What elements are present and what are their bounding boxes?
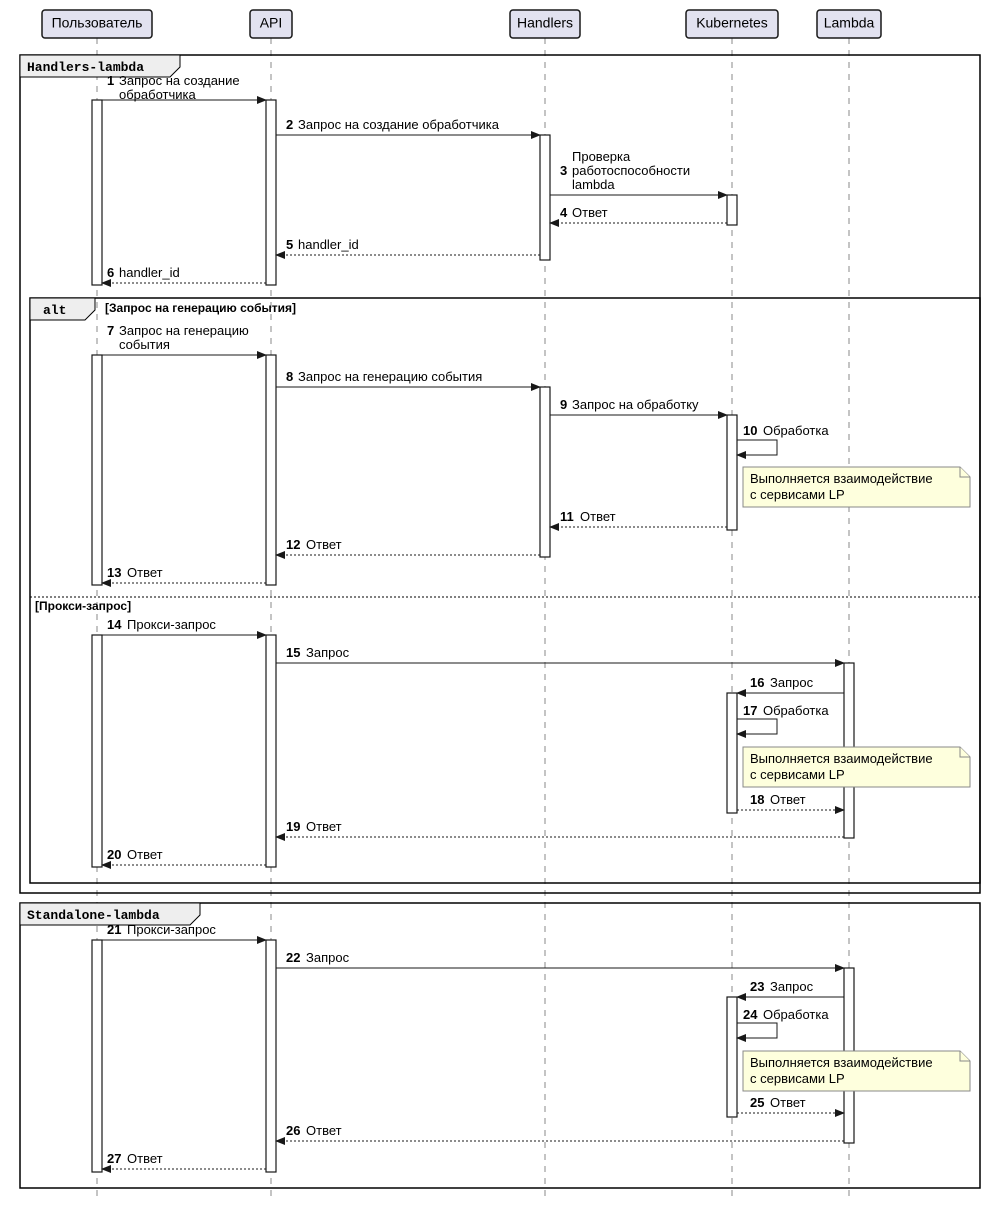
svg-text:Handlers: Handlers (517, 15, 573, 31)
svg-text:25: 25 (750, 1095, 764, 1110)
svg-text:21: 21 (107, 922, 121, 937)
svg-text:Обработка: Обработка (763, 423, 829, 438)
svg-text:13: 13 (107, 565, 121, 580)
svg-text:Выполняется взаимодействие: Выполняется взаимодействие (750, 751, 933, 766)
svg-text:Запрос на создание: Запрос на создание (119, 73, 240, 88)
svg-text:6: 6 (107, 265, 114, 280)
svg-text:с сервисами LP: с сервисами LP (750, 767, 845, 782)
svg-text:11: 11 (560, 509, 574, 524)
participant-api: API (250, 10, 292, 38)
note-2: Выполняется взаимодействие с сервисами L… (743, 747, 970, 787)
svg-text:9: 9 (560, 397, 567, 412)
svg-text:Запрос: Запрос (306, 950, 350, 965)
svg-text:15: 15 (286, 645, 300, 660)
svg-text:Ответ: Ответ (580, 509, 616, 524)
participant-lambda: Lambda (817, 10, 881, 38)
svg-text:10: 10 (743, 423, 757, 438)
svg-text:24: 24 (743, 1007, 758, 1022)
svg-text:с сервисами LP: с сервисами LP (750, 487, 845, 502)
svg-text:handler_id: handler_id (119, 265, 180, 280)
svg-text:18: 18 (750, 792, 764, 807)
svg-text:Обработка: Обработка (763, 1007, 829, 1022)
svg-text:Ответ: Ответ (306, 1123, 342, 1138)
svg-text:17: 17 (743, 703, 757, 718)
svg-text:Запрос: Запрос (770, 979, 814, 994)
svg-text:Ответ: Ответ (127, 847, 163, 862)
svg-text:Ответ: Ответ (306, 819, 342, 834)
participant-handlers: Handlers (510, 10, 580, 38)
svg-text:Запрос на обработку: Запрос на обработку (572, 397, 699, 412)
svg-text:22: 22 (286, 950, 300, 965)
svg-text:Ответ: Ответ (127, 565, 163, 580)
svg-text:27: 27 (107, 1151, 121, 1166)
svg-text:Ответ: Ответ (572, 205, 608, 220)
svg-text:Ответ: Ответ (306, 537, 342, 552)
svg-text:Запрос: Запрос (306, 645, 350, 660)
svg-text:Lambda: Lambda (824, 15, 875, 31)
note-1: Выполняется взаимодействие с сервисами L… (743, 467, 970, 507)
svg-text:8: 8 (286, 369, 293, 384)
note-3: Выполняется взаимодействие с сервисами L… (743, 1051, 970, 1091)
svg-text:Standalone-lambda: Standalone-lambda (27, 908, 160, 923)
svg-text:1: 1 (107, 73, 114, 88)
svg-text:события: события (119, 337, 170, 352)
svg-text:Ответ: Ответ (770, 792, 806, 807)
svg-text:4: 4 (560, 205, 568, 220)
svg-text:3: 3 (560, 163, 567, 178)
svg-text:Запрос: Запрос (770, 675, 814, 690)
svg-text:20: 20 (107, 847, 121, 862)
svg-text:[Запрос на генерацию события]: [Запрос на генерацию события] (105, 301, 296, 315)
svg-text:Ответ: Ответ (770, 1095, 806, 1110)
svg-text:7: 7 (107, 323, 114, 338)
svg-text:Выполняется взаимодействие: Выполняется взаимодействие (750, 471, 933, 486)
svg-text:5: 5 (286, 237, 293, 252)
svg-text:2: 2 (286, 117, 293, 132)
svg-text:Обработка: Обработка (763, 703, 829, 718)
frame-standalone-lambda: Standalone-lambda (20, 903, 980, 1188)
participant-user: Пользователь (42, 10, 152, 38)
svg-text:14: 14 (107, 617, 122, 632)
svg-text:Прокси-запрос: Прокси-запрос (127, 922, 216, 937)
svg-text:Запрос на генерацию: Запрос на генерацию (119, 323, 249, 338)
sequence-diagram: Пользователь API Handlers Kubernetes Lam… (5, 5, 990, 1202)
svg-text:handler_id: handler_id (298, 237, 359, 252)
svg-text:обработчика: обработчика (119, 87, 196, 102)
svg-text:Прокси-запрос: Прокси-запрос (127, 617, 216, 632)
svg-text:работоспособности: работоспособности (572, 163, 690, 178)
svg-text:Kubernetes: Kubernetes (696, 15, 768, 31)
svg-text:Запрос на генерацию события: Запрос на генерацию события (298, 369, 482, 384)
frame-alt: alt [Запрос на генерацию события] (30, 298, 980, 883)
svg-text:[Прокси-запрос]: [Прокси-запрос] (35, 599, 131, 613)
participant-kubernetes: Kubernetes (686, 10, 778, 38)
svg-text:12: 12 (286, 537, 300, 552)
svg-text:Проверка: Проверка (572, 149, 631, 164)
svg-text:с сервисами LP: с сервисами LP (750, 1071, 845, 1086)
svg-text:alt: alt (43, 303, 66, 318)
svg-text:Пользователь: Пользователь (52, 15, 143, 31)
svg-text:Запрос на создание обработчика: Запрос на создание обработчика (298, 117, 500, 132)
svg-text:19: 19 (286, 819, 300, 834)
svg-text:16: 16 (750, 675, 764, 690)
svg-text:Ответ: Ответ (127, 1151, 163, 1166)
svg-text:lambda: lambda (572, 177, 615, 192)
svg-text:26: 26 (286, 1123, 300, 1138)
svg-text:API: API (260, 15, 283, 31)
svg-text:Выполняется взаимодействие: Выполняется взаимодействие (750, 1055, 933, 1070)
svg-text:23: 23 (750, 979, 764, 994)
